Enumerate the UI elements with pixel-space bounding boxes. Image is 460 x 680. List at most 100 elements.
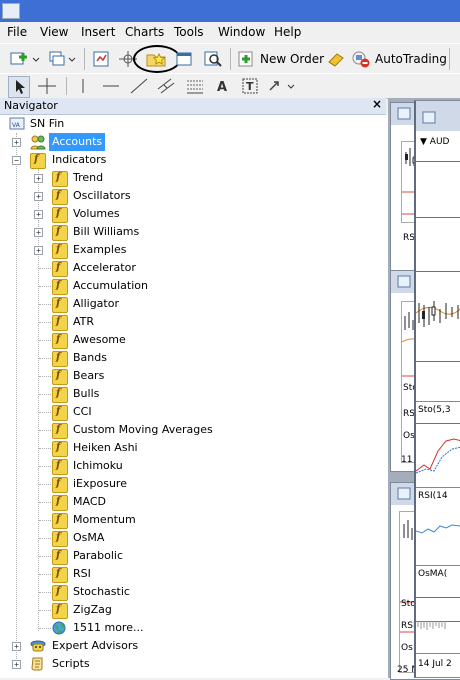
indicator-f-icon: f bbox=[52, 549, 68, 565]
indicator-item[interactable]: f Momentum bbox=[0, 511, 380, 529]
tree-expert-advisors[interactable]: + Expert Advisors bbox=[0, 637, 380, 655]
menu-window[interactable]: Window bbox=[218, 25, 265, 39]
menu-tools[interactable]: Tools bbox=[174, 25, 204, 39]
chart-icon bbox=[397, 487, 411, 501]
indicator-item[interactable]: f Bears bbox=[0, 367, 380, 385]
text-label-icon[interactable]: T bbox=[240, 76, 260, 96]
indicator-f-icon: f bbox=[52, 387, 68, 403]
indicator-item[interactable]: f CCI bbox=[0, 403, 380, 421]
trendline-icon[interactable] bbox=[128, 76, 150, 96]
indicator-f-icon: f bbox=[52, 585, 68, 601]
menu-insert[interactable]: Insert bbox=[81, 25, 115, 39]
menu-help[interactable]: Help bbox=[274, 25, 301, 39]
indicator-item[interactable]: f Bands bbox=[0, 349, 380, 367]
crosshair-icon[interactable] bbox=[36, 76, 58, 96]
svg-text:A: A bbox=[217, 80, 227, 95]
new-order-button[interactable]: New Order bbox=[260, 52, 324, 66]
indicator-label: iExposure bbox=[73, 477, 127, 490]
indicator-item[interactable]: f RSI bbox=[0, 565, 380, 583]
collapse-toggle[interactable]: − bbox=[12, 156, 21, 165]
indicator-label: Stochastic bbox=[73, 585, 130, 598]
indicator-item[interactable]: f ZigZag bbox=[0, 601, 380, 619]
expand-toggle[interactable]: + bbox=[34, 210, 43, 219]
chart-os-label: Os bbox=[403, 431, 415, 441]
equidistant-channel-icon[interactable] bbox=[155, 76, 177, 96]
indicator-label: ZigZag bbox=[73, 603, 112, 616]
text-icon[interactable]: A bbox=[212, 76, 232, 96]
market-watch-icon[interactable] bbox=[91, 49, 111, 69]
indicator-item[interactable]: f iExposure bbox=[0, 475, 380, 493]
toolbar-separator bbox=[449, 48, 450, 70]
arrows-dropdown-icon[interactable] bbox=[266, 76, 298, 96]
menu-file[interactable]: File bbox=[7, 25, 27, 39]
expand-toggle[interactable]: + bbox=[34, 192, 43, 201]
indicator-label: Bulls bbox=[73, 387, 100, 400]
tree-indicators-label: Indicators bbox=[52, 153, 107, 166]
cursor-icon[interactable] bbox=[8, 76, 30, 98]
fibonacci-icon[interactable] bbox=[184, 76, 206, 96]
terminal-icon[interactable] bbox=[174, 49, 194, 69]
indicator-label: Momentum bbox=[73, 513, 136, 526]
panel-divider bbox=[416, 565, 460, 566]
indicator-item[interactable]: f Alligator bbox=[0, 295, 380, 313]
chart-icon bbox=[397, 107, 411, 121]
indicator-item[interactable]: f Accelerator bbox=[0, 259, 380, 277]
expand-toggle[interactable]: + bbox=[34, 228, 43, 237]
indicator-item[interactable]: f Ichimoku bbox=[0, 457, 380, 475]
autotrading-icon[interactable] bbox=[350, 49, 372, 69]
folder-f-icon: f bbox=[52, 225, 68, 241]
menu-view[interactable]: View bbox=[40, 25, 68, 39]
profiles-button[interactable] bbox=[46, 49, 78, 69]
meta-editor-icon[interactable] bbox=[326, 49, 346, 69]
folder-f-icon: f bbox=[52, 207, 68, 223]
tree-folder[interactable]: + f Volumes bbox=[0, 205, 380, 223]
indicator-item[interactable]: f Heiken Ashi bbox=[0, 439, 380, 457]
more-indicators-link[interactable]: 1511 more... bbox=[0, 619, 380, 637]
indicator-f-icon: f bbox=[52, 369, 68, 385]
autotrading-button[interactable]: AutoTrading bbox=[375, 52, 447, 66]
level-line bbox=[416, 271, 460, 272]
chart-area: RSI Sto RS Os 11 Sto RSI Os 25 N ▼ AUD S… bbox=[388, 98, 460, 680]
indicator-item[interactable]: f Bulls bbox=[0, 385, 380, 403]
navigator-close-button[interactable]: × bbox=[372, 97, 382, 111]
horizontal-line-icon[interactable] bbox=[100, 76, 122, 96]
indicator-item[interactable]: f Custom Moving Averages bbox=[0, 421, 380, 439]
tree-folder[interactable]: + f Bill Williams bbox=[0, 223, 380, 241]
new-chart-button[interactable] bbox=[8, 49, 42, 69]
menu-charts[interactable]: Charts bbox=[125, 25, 164, 39]
menu-bar: File View Insert Charts Tools Window Hel… bbox=[0, 22, 460, 43]
indicator-label: Accelerator bbox=[73, 261, 136, 274]
chart-stochastic-label: Sto(5,3 bbox=[418, 405, 451, 415]
tree-expert-advisors-label: Expert Advisors bbox=[52, 639, 139, 652]
vertical-line-icon[interactable] bbox=[74, 76, 92, 96]
tree-folder[interactable]: + f Oscillators bbox=[0, 187, 380, 205]
tree-indicators[interactable]: − f Indicators bbox=[0, 151, 380, 169]
tree-folder[interactable]: + f Trend bbox=[0, 169, 380, 187]
tree-folder[interactable]: + f Examples bbox=[0, 241, 380, 259]
indicator-item[interactable]: f OsMA bbox=[0, 529, 380, 547]
chart-window-active[interactable]: ▼ AUD Sto(5,3 RSI(14 OsMA( 14 Jul 2 bbox=[414, 100, 460, 678]
strategy-tester-icon[interactable] bbox=[202, 49, 224, 69]
chart-symbol-label: ▼ AUD bbox=[420, 137, 450, 147]
navigator-folder-icon[interactable] bbox=[145, 49, 169, 69]
tree-scripts[interactable]: + Scripts bbox=[0, 655, 380, 673]
indicator-item[interactable]: f Stochastic bbox=[0, 583, 380, 601]
svg-text:VA: VA bbox=[12, 122, 21, 129]
indicator-item[interactable]: f Awesome bbox=[0, 331, 380, 349]
expand-toggle[interactable]: + bbox=[12, 138, 21, 147]
expand-toggle[interactable]: + bbox=[34, 246, 43, 255]
indicator-f-icon: f bbox=[52, 297, 68, 313]
svg-text:T: T bbox=[246, 80, 254, 93]
expand-toggle[interactable]: + bbox=[12, 642, 21, 651]
indicator-item[interactable]: f Parabolic bbox=[0, 547, 380, 565]
new-order-icon[interactable] bbox=[236, 49, 256, 69]
expert-advisors-icon bbox=[29, 638, 46, 654]
expand-toggle[interactable]: + bbox=[12, 660, 21, 669]
indicator-item[interactable]: f ATR bbox=[0, 313, 380, 331]
indicator-item[interactable]: f Accumulation bbox=[0, 277, 380, 295]
indicator-item[interactable]: f MACD bbox=[0, 493, 380, 511]
tree-accounts[interactable]: + Accounts bbox=[0, 133, 380, 151]
tree-folder-label: Oscillators bbox=[73, 189, 131, 202]
expand-toggle[interactable]: + bbox=[34, 174, 43, 183]
tree-root[interactable]: VA SN Fin bbox=[0, 115, 380, 133]
